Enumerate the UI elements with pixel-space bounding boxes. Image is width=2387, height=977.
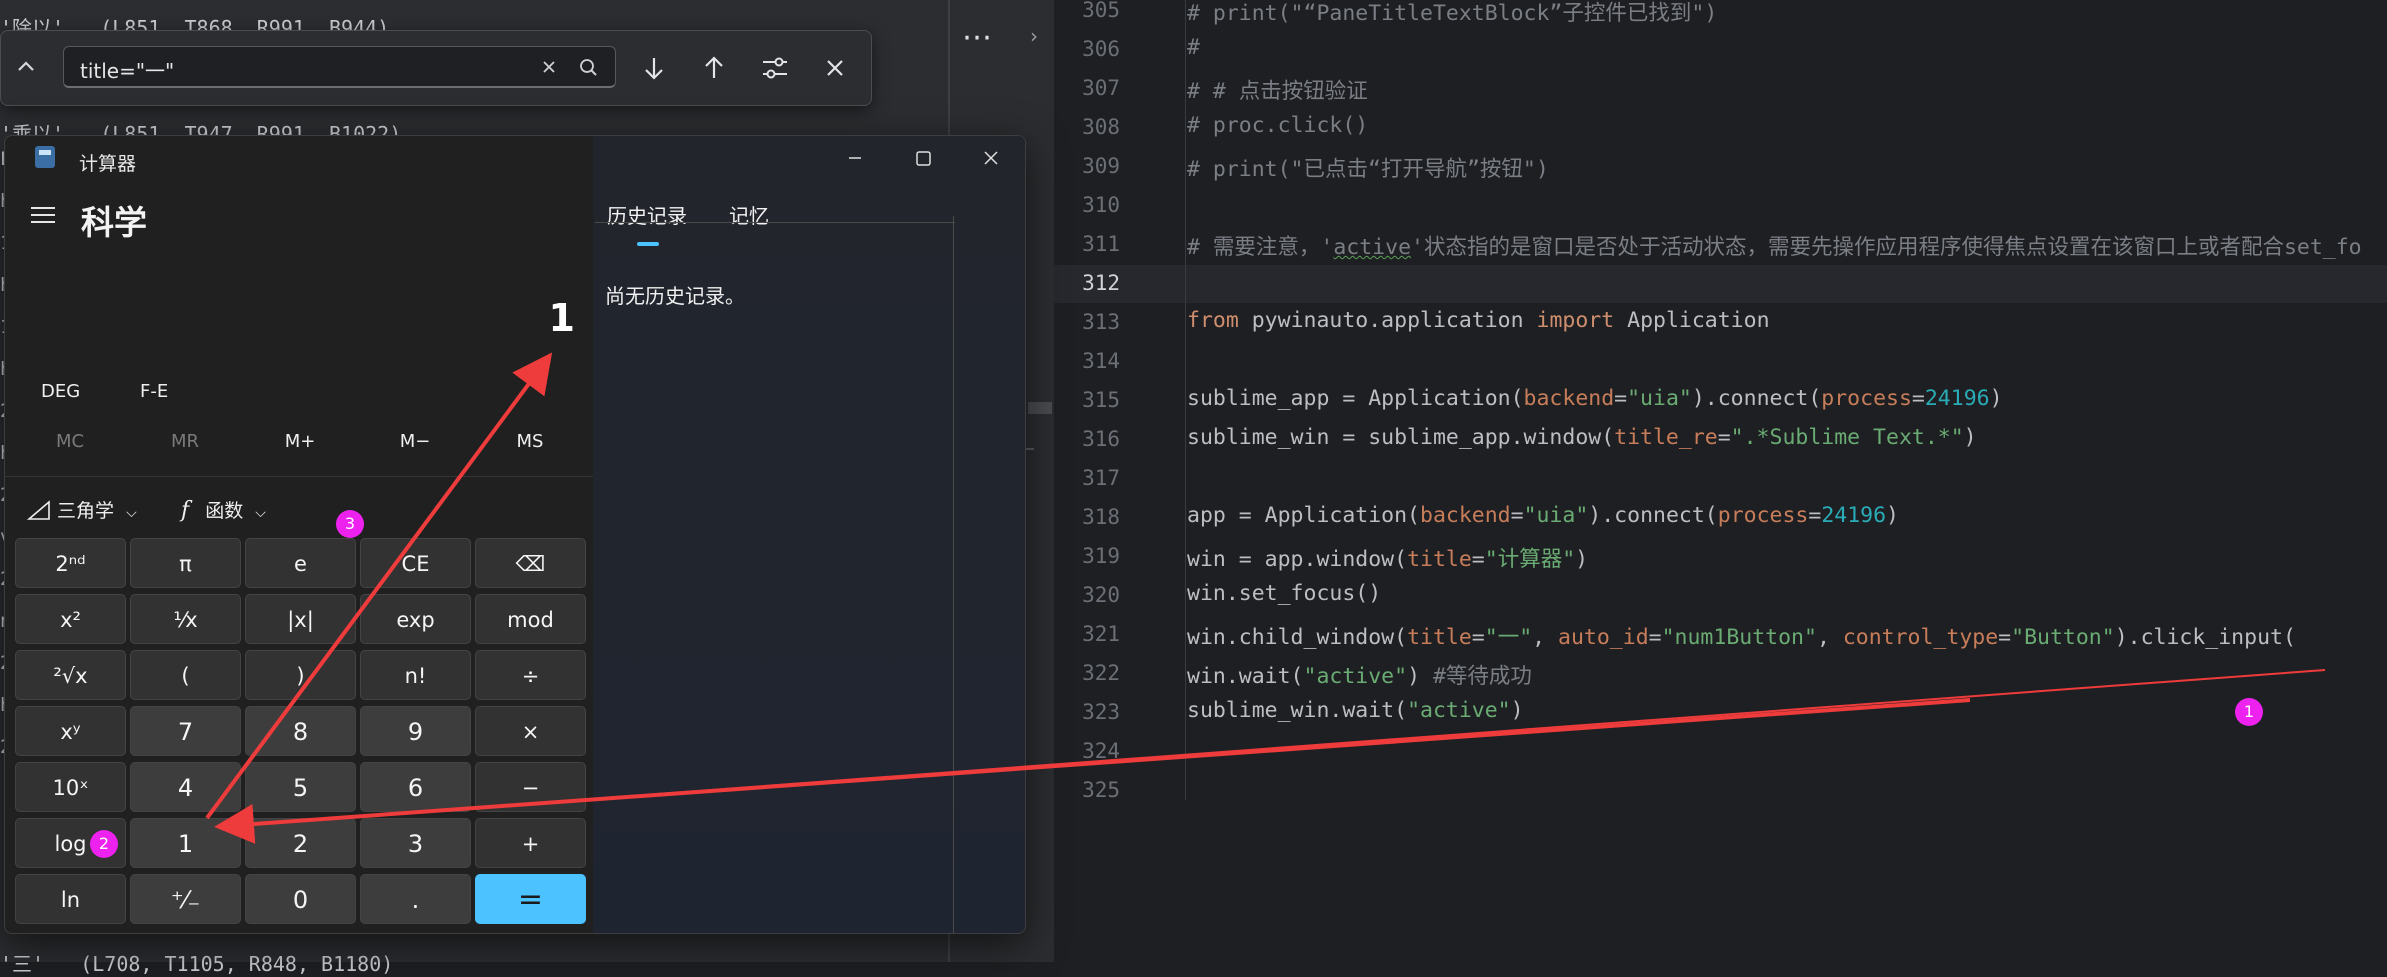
step-badge-2: 2 xyxy=(90,830,118,858)
arrow-to-display xyxy=(205,352,553,820)
arrow-to-button-1-head xyxy=(214,698,1971,844)
step-badge-3: 3 xyxy=(336,510,364,538)
step-badge-1: 1 xyxy=(2235,698,2263,726)
annotation-arrows xyxy=(205,352,2326,844)
